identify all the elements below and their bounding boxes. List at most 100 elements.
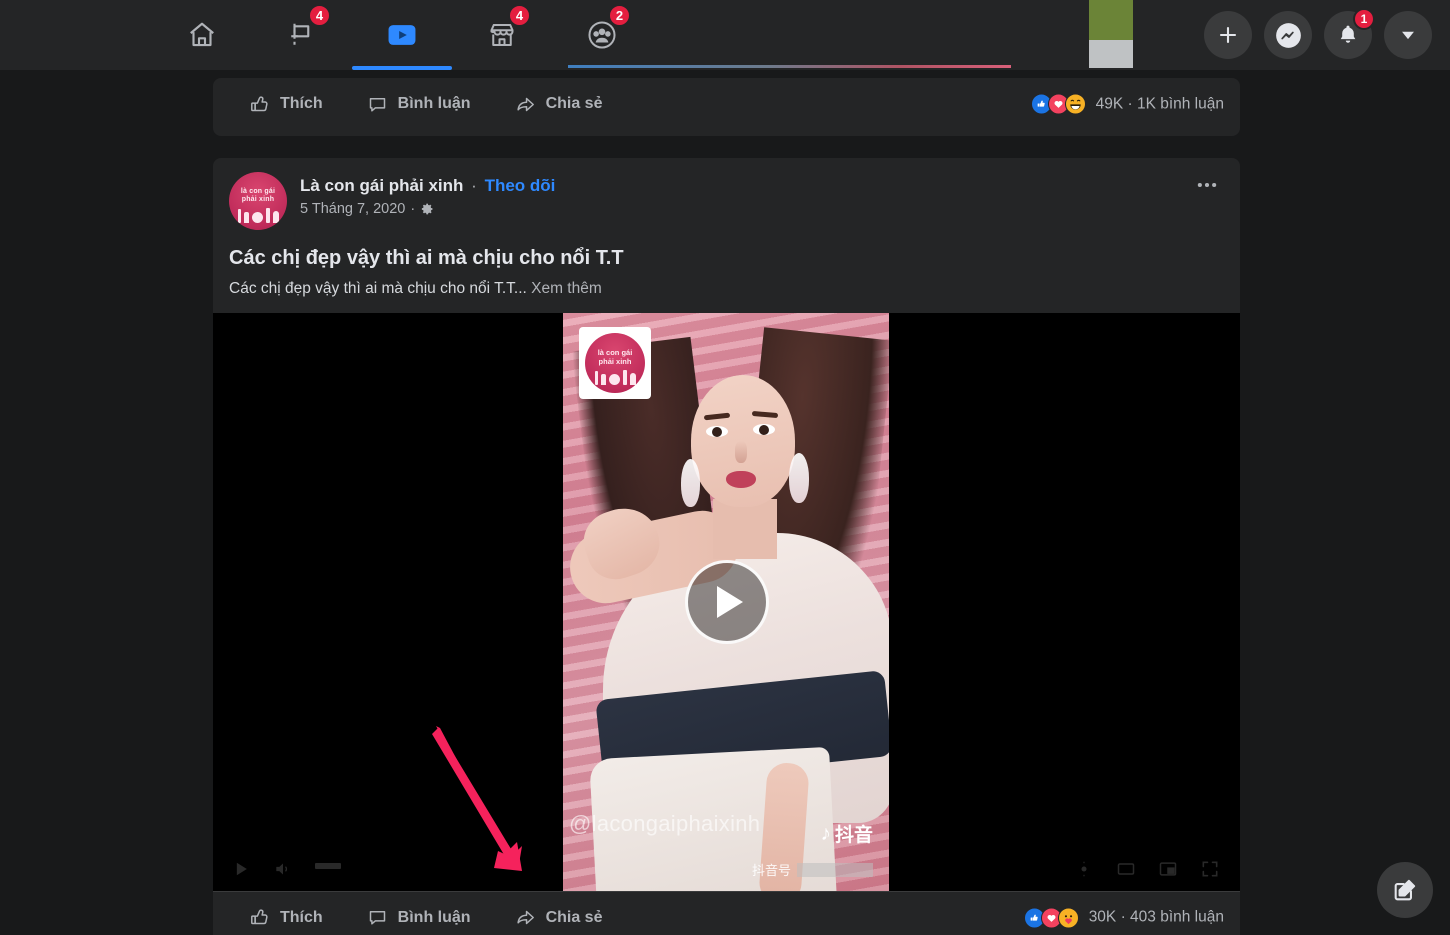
- thumbnail-bottom-band: [1089, 40, 1133, 68]
- nav-tab-groups[interactable]: 2: [552, 0, 652, 70]
- nav-badge-marketplace: 4: [508, 4, 531, 27]
- nav-thumbnail-placeholder[interactable]: [1089, 0, 1133, 68]
- post-title: Các chị đẹp vậy thì ai mà chịu cho nổi T…: [229, 247, 624, 269]
- like-label: Thích: [280, 908, 323, 926]
- create-button[interactable]: [1204, 11, 1252, 59]
- pip-icon[interactable]: [1158, 859, 1180, 881]
- subject-earring-left: [681, 459, 700, 507]
- video-controls-left: [231, 859, 341, 881]
- settings-icon[interactable]: [1074, 859, 1096, 881]
- gear-icon[interactable]: [420, 202, 434, 216]
- separator-dot-2: ·: [410, 201, 416, 217]
- post-action-bar: Thích Bình luận Chia sẻ 30K · 403 bình l…: [213, 891, 1240, 935]
- plus-icon: [1216, 23, 1240, 47]
- comment-button-top-post[interactable]: Bình luận: [345, 86, 493, 123]
- compose-button[interactable]: [1377, 862, 1433, 918]
- nav-tab-marketplace[interactable]: 4: [452, 0, 552, 70]
- follow-link[interactable]: Theo dõi: [485, 176, 556, 195]
- post-counts[interactable]: 30K · 403 bình luận: [1023, 907, 1224, 928]
- video-player[interactable]: là con gái phải xinh @lacongaiphaixinh ♪…: [213, 313, 1240, 891]
- share-button-top-post[interactable]: Chia sẻ: [493, 86, 625, 123]
- douyin-id-label: 抖音号: [751, 863, 791, 878]
- previous-post-action-bar: Thích Bình luận Chia sẻ 49K · 1K bình lu…: [213, 78, 1240, 130]
- subject-lips: [726, 471, 756, 488]
- like-button-top-post[interactable]: Thích: [227, 86, 345, 123]
- post-author-line: Là con gái phải xinh · Theo dõi: [300, 175, 555, 196]
- top-navigation-bar: 4 4 2 1: [0, 0, 1450, 70]
- avatar-text-line2: phải xinh: [241, 196, 275, 203]
- douyin-id-blurred: [797, 862, 873, 877]
- account-menu-button[interactable]: [1384, 11, 1432, 59]
- reaction-haha-icon: [1064, 93, 1086, 115]
- subject-pupil-right: [759, 425, 769, 435]
- facebook-watch-page: 4 4 2 1 Thích Bình luận Chia sẻ 49K · 1K…: [0, 0, 1450, 935]
- post-date[interactable]: 5 Tháng 7, 2020: [300, 201, 405, 217]
- post-menu-button[interactable]: [1194, 172, 1224, 230]
- ellipsis-icon: [1197, 182, 1217, 188]
- like-label: Thích: [280, 95, 323, 112]
- theater-mode-icon[interactable]: [1116, 859, 1138, 881]
- video-controls-right: [1074, 859, 1222, 881]
- nav-tab-home[interactable]: [152, 0, 252, 70]
- reaction-icons: [1023, 907, 1079, 928]
- see-more-link[interactable]: Xem thêm: [531, 280, 602, 297]
- subject-earring-right: [789, 453, 809, 503]
- chevron-down-icon: [1397, 24, 1419, 46]
- messenger-icon: [1275, 22, 1302, 49]
- play-icon: [717, 586, 743, 618]
- nav-right-actions: 1: [1204, 8, 1432, 59]
- comment-icon: [367, 907, 388, 928]
- thumbs-up-icon: [249, 94, 270, 115]
- like-button[interactable]: Thích: [227, 899, 345, 935]
- nav-badge-groups: 2: [608, 4, 631, 27]
- volume-icon[interactable]: [273, 859, 295, 881]
- share-icon: [515, 94, 536, 115]
- subject-neck: [713, 499, 777, 559]
- notifications-button[interactable]: 1: [1324, 8, 1375, 59]
- douyin-id-row: 抖音号: [752, 860, 873, 879]
- avatar-makeup-icons: [229, 203, 287, 223]
- douyin-label: 抖音: [834, 825, 873, 846]
- avatar-text-line1: là con gái: [240, 188, 276, 195]
- fullscreen-icon[interactable]: [1200, 859, 1222, 881]
- nav-badge-pages: 4: [308, 4, 331, 27]
- post-card: là con gái phải xinh Là con gái phải xin…: [213, 158, 1240, 935]
- previous-post-counts-text: 49K · 1K bình luận: [1095, 95, 1224, 112]
- watch-progress-line: [568, 65, 1011, 68]
- messenger-button[interactable]: [1264, 11, 1312, 59]
- separator-dot: ·: [471, 176, 477, 195]
- share-button[interactable]: Chia sẻ: [493, 899, 625, 935]
- share-icon: [515, 907, 536, 928]
- play-button[interactable]: [684, 560, 769, 644]
- reaction-icons-top-post: [1030, 93, 1086, 115]
- subject-pupil-left: [712, 427, 722, 437]
- comment-label: Bình luận: [397, 908, 471, 926]
- music-note-icon: ♪: [820, 822, 831, 845]
- video-channel-logo: là con gái phải xinh: [579, 327, 651, 399]
- thumbs-up-icon: [249, 907, 270, 928]
- post-counts-text: 30K · 403 bình luận: [1088, 908, 1224, 926]
- home-icon: [187, 20, 217, 50]
- video-logo-line1: là con gái: [597, 348, 633, 357]
- share-label: Chia sẻ: [545, 908, 603, 926]
- avatar[interactable]: là con gái phải xinh: [229, 172, 287, 230]
- post-body-text: Các chị đẹp vậy thì ai mà chịu cho nổi T…: [229, 280, 527, 297]
- post-header-meta: Là con gái phải xinh · Theo dõi 5 Tháng …: [300, 172, 555, 230]
- video-play-control[interactable]: [231, 859, 253, 881]
- feed-column: Thích Bình luận Chia sẻ 49K · 1K bình lu…: [213, 70, 1240, 935]
- page-name[interactable]: Là con gái phải xinh: [300, 176, 463, 195]
- reaction-care-icon: [1057, 907, 1079, 928]
- douyin-watermark: ♪ 抖音: [820, 820, 873, 847]
- share-label: Chia sẻ: [545, 95, 603, 112]
- notification-badge: 1: [1353, 8, 1375, 30]
- pencil-square-icon: [1392, 877, 1418, 903]
- comment-button[interactable]: Bình luận: [345, 899, 493, 935]
- nav-tab-pages[interactable]: 4: [252, 0, 352, 70]
- video-play-icon: [385, 18, 419, 52]
- thumbnail-top-band: [1089, 0, 1133, 40]
- post-header: là con gái phải xinh Là con gái phải xin…: [213, 158, 1240, 230]
- nav-tab-watch[interactable]: [352, 0, 452, 70]
- comment-icon: [367, 94, 388, 115]
- nav-tab-list: 4 4 2: [152, 0, 652, 70]
- previous-post-counts[interactable]: 49K · 1K bình luận: [1030, 93, 1224, 115]
